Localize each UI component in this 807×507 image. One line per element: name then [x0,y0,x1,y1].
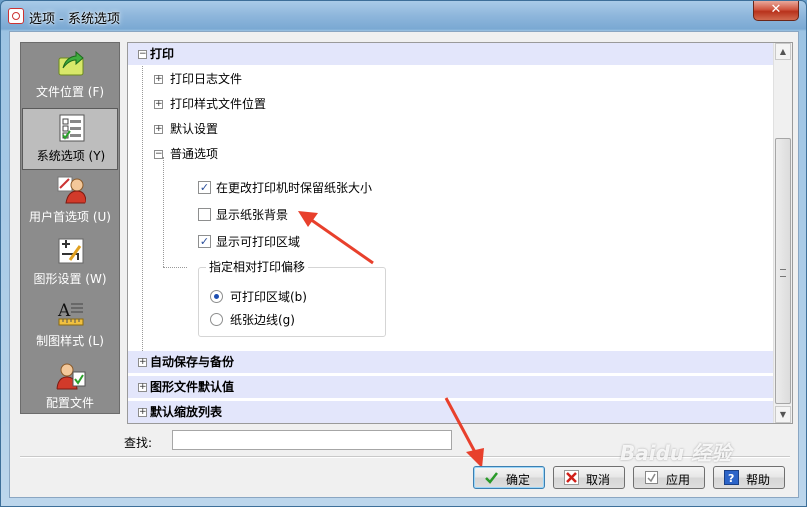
ok-label: 确定 [506,473,531,487]
cancel-label: 取消 [586,473,611,487]
nav-label-user-preferences: 用户首选项 (U) [29,210,111,224]
help-button[interactable]: ? 帮助 [713,466,785,489]
nav-item-graphics-settings[interactable]: 图形设置 (W) [22,232,118,294]
category-nav: 文件位置 (F) 系统选项 (Y) 用户首选项 (U) 图形设置 (W) A 制… [20,42,120,414]
tree-label-print-log: 打印日志文件 [170,72,243,86]
checkmark-icon [485,472,498,484]
profile-icon [56,363,86,390]
watermark: Baidu 经验 [620,441,732,465]
tree-node-print-style-location[interactable]: + 打印样式文件位置 [128,93,773,115]
expand-toggle[interactable]: + [138,383,147,392]
collapse-toggle[interactable]: − [154,150,163,159]
tree-label-print-style-location: 打印样式文件位置 [170,97,267,111]
nav-label-profile: 配置文件 [45,396,94,410]
app-icon [8,8,24,24]
tree-node-print[interactable]: − 打印 [128,43,773,65]
tree-node-general-options[interactable]: − 普通选项 [128,143,773,165]
apply-label: 应用 [666,473,691,487]
tree-scrollbar[interactable]: ▲ ▼ [773,43,792,423]
tree-label-autosave: 自动保存与备份 [150,355,235,369]
keep-paper-size-checkbox[interactable]: ✓ [198,181,211,194]
collapse-toggle[interactable]: − [138,50,147,59]
apply-button[interactable]: 应用 [633,466,705,489]
nav-label-system-options: 系统选项 (Y) [36,149,106,163]
apply-icon [645,471,658,484]
scroll-up-arrow[interactable]: ▲ [775,43,791,60]
nav-item-profile[interactable]: 配置文件 [22,356,118,418]
window-title: 选项 - 系统选项 [29,12,120,27]
nav-label-file-location: 文件位置 (F) [35,85,105,99]
cancel-x-icon [564,470,579,485]
help-icon: ? [724,470,739,485]
option-keep-paper-size[interactable]: ✓ 在更改打印机时保留纸张大小 [128,177,773,199]
nav-label-drawing-style: 制图样式 (L) [36,334,104,348]
tree-label-print: 打印 [150,47,175,61]
dialog-client: 文件位置 (F) 系统选项 (Y) 用户首选项 (U) 图形设置 (W) A 制… [9,31,799,498]
expand-toggle[interactable]: + [138,408,147,417]
scroll-grip [780,269,786,277]
keep-paper-size-label: 在更改打印机时保留纸张大小 [216,181,373,195]
title-bar: 选项 - 系统选项 ✕ [1,1,806,31]
offset-paper-edge-radio[interactable] [210,313,223,326]
offset-paper-edge-label: 纸张边线(g) [230,313,295,327]
expand-toggle[interactable]: + [154,75,163,84]
expand-toggle[interactable]: + [154,100,163,109]
scroll-down-arrow[interactable]: ▼ [775,406,791,423]
option-offset-printable-area[interactable]: 可打印区域(b) [128,286,773,308]
offset-printable-area-radio[interactable] [210,290,223,303]
nav-item-file-location[interactable]: 文件位置 (F) [22,45,118,107]
expand-toggle[interactable]: + [154,125,163,134]
show-paper-background-checkbox[interactable] [198,208,211,221]
tree-node-autosave[interactable]: + 自动保存与备份 [128,351,773,373]
drawing-style-icon: A [57,301,84,326]
tree-label-default-settings: 默认设置 [170,122,219,136]
folder-arrow-icon [58,50,84,76]
show-printable-area-checkbox[interactable]: ✓ [198,235,211,248]
ok-button[interactable]: 确定 [473,466,545,489]
nav-label-graphics-settings: 图形设置 (W) [33,272,107,286]
checklist-icon [59,114,85,142]
tree-node-print-log[interactable]: + 打印日志文件 [128,68,773,90]
expand-toggle[interactable]: + [138,358,147,367]
close-button[interactable]: ✕ [753,1,799,21]
search-input[interactable] [172,430,452,450]
help-label: 帮助 [746,473,771,487]
tree-label-drawing-defaults: 图形文件默认值 [150,380,235,394]
options-tree: − 打印 + 打印日志文件 + 打印样式文件位置 + 默认设置 − 普通选项 ✓ [127,42,793,424]
tree-node-default-settings[interactable]: + 默认设置 [128,118,773,140]
scroll-thumb[interactable] [775,138,791,404]
option-show-paper-background[interactable]: 显示纸张背景 [128,204,773,226]
graphics-settings-icon [58,238,84,264]
show-paper-background-label: 显示纸张背景 [216,208,289,222]
svg-text:?: ? [728,472,734,485]
annotation-arrow-icon [298,211,374,265]
tree-label-general-options: 普通选项 [170,147,219,161]
annotation-arrow-icon [444,397,484,468]
svg-text:A: A [57,301,71,321]
cancel-button[interactable]: 取消 [553,466,625,489]
search-label: 查找: [124,436,153,450]
user-preferences-icon [57,176,86,204]
nav-item-user-preferences[interactable]: 用户首选项 (U) [22,170,118,232]
option-offset-paper-edge[interactable]: 纸张边线(g) [128,309,773,331]
option-show-printable-area[interactable]: ✓ 显示可打印区域 [128,231,773,253]
offset-printable-area-label: 可打印区域(b) [230,290,307,304]
nav-item-drawing-style[interactable]: A 制图样式 (L) [22,294,118,356]
tree-line [163,267,187,268]
tree-label-default-scale-list: 默认缩放列表 [150,405,223,419]
options-dialog: 选项 - 系统选项 ✕ 文件位置 (F) 系统选项 (Y) 用户首选项 (U) … [0,0,807,507]
nav-item-system-options[interactable]: 系统选项 (Y) [22,108,118,170]
